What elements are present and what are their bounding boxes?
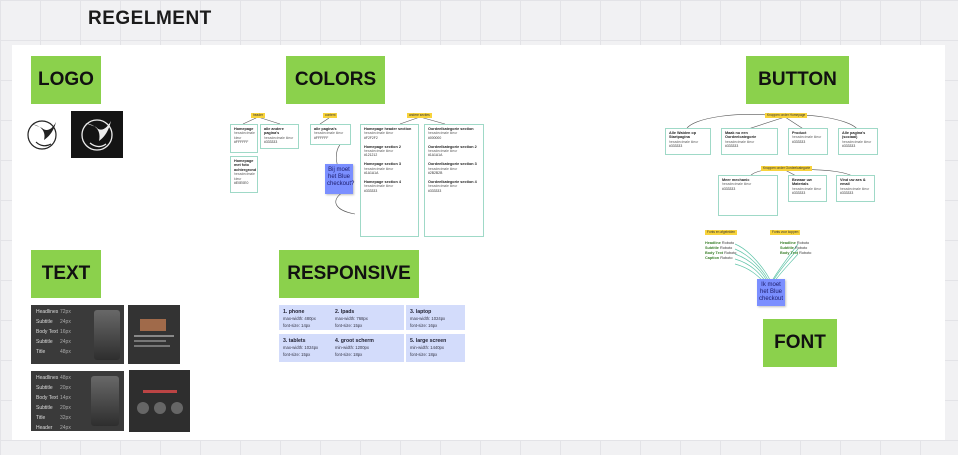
text-section-label: TEXT (31, 250, 101, 298)
responsive-section-label: RESPONSIVE (279, 250, 419, 298)
color-card: Homepage met foto achtergrond hexadecimal… (230, 156, 258, 193)
typography-thumb: Headlines 48px Subtitle 20px Body Text 14px… (31, 371, 124, 431)
color-card: alle pagina's hexadecimale kleur #FFFFFF (310, 124, 351, 145)
responsive-card: 2. Ipads max-width: 768px font-size: 15px (331, 305, 404, 330)
color-group-card: Homepage header section hexadecimale kleu… (360, 124, 419, 237)
button-card: Bewaar uw Materials hexadecimale kleur #33… (788, 175, 827, 202)
font-list-a: Headline Roboto Subtitle Roboto Body Tex… (705, 241, 737, 260)
logo-light (24, 112, 61, 157)
button-card: Alle pagina's (sociaal) hexadecimale kleu… (838, 128, 878, 155)
button-tag-homepage: Knoppen onder Homepage (765, 113, 808, 118)
button-card: Vind uw aes & email hexadecimale kleur #33… (836, 175, 875, 202)
font-list-b: Headline Roboto Subtitle Roboto Body Tex… (780, 241, 812, 255)
typography-thumb: Headlines 72px Subtitle 24px Body Text 16px… (31, 305, 124, 364)
button-section-label: BUTTON (746, 56, 849, 104)
color-card: Homepage hexadecimale kleur #FFFFFF (230, 124, 258, 153)
colors-tag-other: andere secties (407, 113, 432, 118)
button-tag-category: Knoppen onder Oordeelcategorie (761, 166, 813, 171)
page-preview-thumb (129, 370, 190, 432)
page-title: REGELMENT (88, 8, 212, 29)
font-tag-families: Fonts en afgeleiden (705, 230, 737, 235)
logo-dark (71, 111, 123, 158)
font-sticky-note: Ik moet het Blue checkout (757, 279, 785, 306)
button-card: Maak nu een Oordeelcategorie hexadecimale… (721, 128, 778, 155)
logo-section-label: LOGO (31, 56, 101, 104)
button-card: Product hexadecimale kleur #333333 (788, 128, 828, 155)
button-card: Meer mechanic hexadecimale kleur #333333 (718, 175, 778, 216)
page-preview-thumb (128, 305, 180, 364)
colors-sticky-note: Bij moet het Blue checkout? (325, 164, 354, 194)
button-card: Alle Waiden op Startpagina hexadecimale k… (665, 128, 711, 155)
colors-section-label: COLORS (286, 56, 385, 104)
responsive-card: 5. large screen min-width: 1440px font-siz… (406, 334, 465, 362)
colors-tag-header: header (251, 113, 265, 118)
color-group-card: Oordeelkategorie section hexadecimale kle… (424, 124, 484, 237)
colors-tag-content: content (323, 113, 338, 118)
font-section-label: FONT (763, 319, 837, 367)
color-card: alle andere pagina's hexadecimale kleur #3… (260, 124, 299, 149)
responsive-card: 3. laptop max-width: 1024px font-size: 16p… (406, 305, 465, 330)
font-tag-headings: Fonts voor koppen (770, 230, 801, 235)
responsive-card: 4. groot scherm min-width: 1200px font-siz… (331, 334, 404, 362)
